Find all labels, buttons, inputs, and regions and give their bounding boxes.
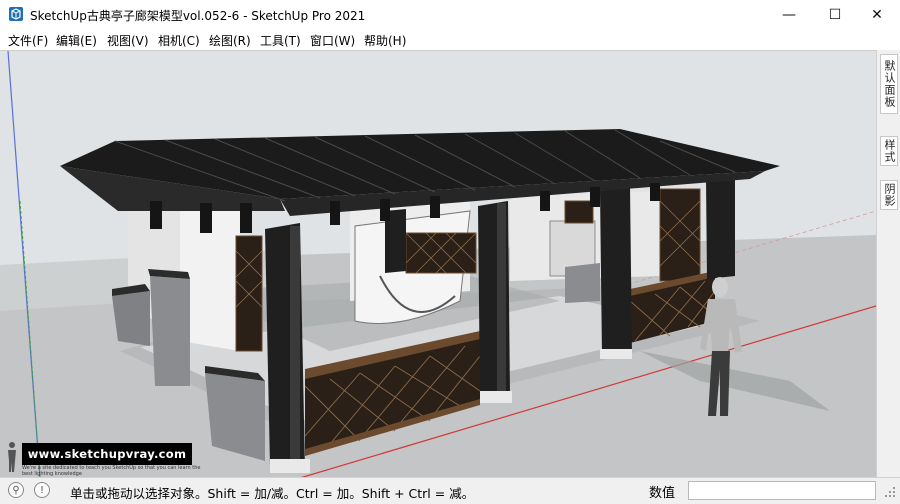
measurements-label: 数值 (649, 486, 676, 501)
tray-tab-label: 阴影 (883, 183, 896, 207)
watermark-banner: www.sketchupvray.com (22, 443, 192, 465)
menu-bar: 文件(F) 编辑(E) 视图(V) 相机(C) 绘图(R) 工具(T) 窗口(W… (0, 30, 900, 50)
menu-window[interactable]: 窗口(W) (310, 32, 355, 49)
measurements-input[interactable] (688, 481, 876, 500)
menu-help[interactable]: 帮助(H) (364, 32, 406, 49)
menu-edit[interactable]: 编辑(E) (56, 32, 97, 49)
model-viewport[interactable]: www.sketchupvray.com We're a site dedica… (0, 50, 876, 478)
minimize-button[interactable]: — (766, 0, 812, 30)
window-title: SketchUp古典亭子廊架模型vol.052-6 - SketchUp Pro… (30, 9, 366, 23)
watermark-caption: We're a site dedicated to teach you Sket… (22, 465, 201, 477)
default-tray: 默认面板 样式 阴影 (876, 50, 900, 477)
tray-tab-label: 默认面板 (883, 60, 896, 108)
menu-file[interactable]: 文件(F) (8, 32, 48, 49)
status-bar: ⚲ ! 单击或拖动以选择对象。Shift = 加/减。Ctrl = 加。Shif… (0, 477, 900, 504)
maximize-button[interactable]: ☐ (812, 0, 858, 30)
scale-figure-icon (8, 442, 16, 472)
menu-tools[interactable]: 工具(T) (260, 32, 301, 49)
sketchup-app-icon (9, 7, 23, 21)
menu-view[interactable]: 视图(V) (107, 32, 149, 49)
menu-draw[interactable]: 绘图(R) (209, 32, 251, 49)
tray-tab-styles[interactable]: 样式 (880, 136, 898, 166)
close-button[interactable]: ✕ (854, 0, 900, 30)
tray-tab-label: 样式 (883, 139, 896, 163)
menu-camera[interactable]: 相机(C) (158, 32, 200, 49)
pavilion-model (0, 51, 876, 478)
geo-location-icon[interactable]: ⚲ (8, 482, 24, 498)
tray-tab-default-panel[interactable]: 默认面板 (880, 54, 898, 114)
info-icon[interactable]: ! (34, 482, 50, 498)
title-bar: SketchUp古典亭子廊架模型vol.052-6 - SketchUp Pro… (0, 0, 900, 30)
status-hint: 单击或拖动以选择对象。Shift = 加/减。Ctrl = 加。Shift + … (70, 486, 475, 501)
resize-grip-icon[interactable] (884, 486, 896, 498)
tray-tab-shadows[interactable]: 阴影 (880, 180, 898, 210)
